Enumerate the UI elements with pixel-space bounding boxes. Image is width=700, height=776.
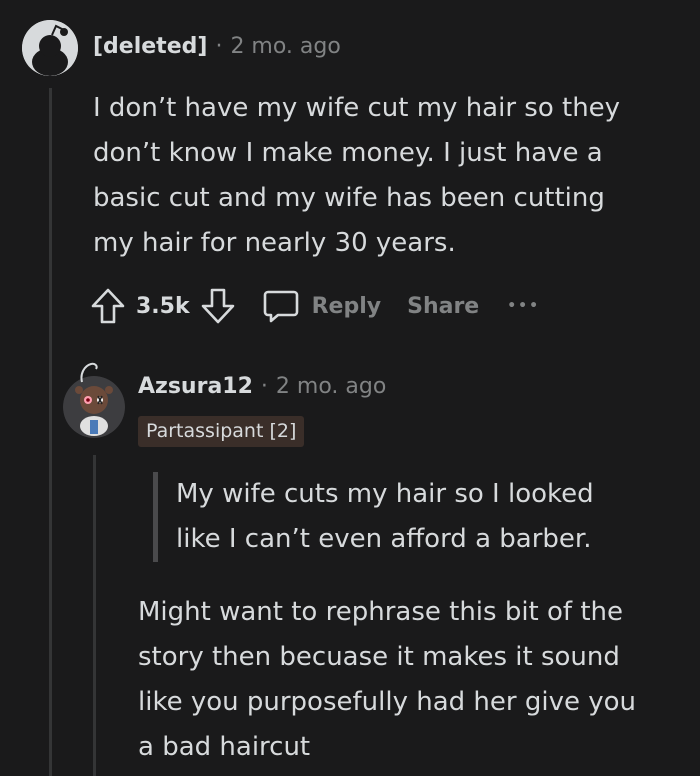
upvote-arrow-icon [91,288,125,324]
comment2-line: story then becuase it makes it sound [138,642,620,672]
comment1-meta: [deleted] · 2 mo. ago [93,34,341,59]
vote-count: 3.5k [136,293,190,319]
comment2-quote: My wife cuts my hair so I looked like I … [153,472,594,562]
comment1-line: basic cut and my wife has been cutting [93,183,605,213]
thread-line-reply[interactable] [93,455,96,776]
user-flair: Partassipant [2] [138,416,305,447]
downvote-button[interactable] [200,286,236,326]
comment1-timestamp[interactable]: 2 mo. ago [230,34,340,59]
share-button[interactable]: Share [407,294,479,319]
share-label: Share [407,293,480,319]
upvote-button[interactable] [90,286,126,326]
avatar-azsura12[interactable] [63,376,125,438]
comment2-line: a bad haircut [138,732,311,762]
comment1-line: don’t know I make money. I just have a [93,138,603,168]
more-dots-icon: ••• [507,298,541,314]
downvote-arrow-icon [201,288,234,324]
speech-bubble-icon [263,290,298,323]
comment1-line: I don’t have my wife cut my hair so they [93,93,621,123]
reply-button[interactable]: Reply [262,287,382,325]
quote-line: My wife cuts my hair so I looked [176,479,594,509]
comment2-timestamp[interactable]: 2 mo. ago [276,374,386,399]
antenna-icon [80,362,98,383]
comment2-line: Might want to rephrase this bit of the [138,597,624,627]
avatar-deleted[interactable] [22,20,78,76]
meta-separator: · [215,34,223,59]
comment2-meta: Azsura12 · 2 mo. ago [138,374,386,399]
comment2-line: like you purposefully had her give you [138,687,636,717]
thread-line-root[interactable] [49,88,52,776]
comment1-body: I don’t have my wife cut my hair so they… [93,86,673,266]
comment1-actions: 3.5k Reply Share ••• [90,286,540,326]
reply-label: Reply [311,293,382,319]
comment2-author[interactable]: Azsura12 [138,374,253,399]
meta-separator: · [260,374,268,399]
quote-line: like I can’t even afford a barber. [176,524,592,554]
comment1-line: my hair for nearly 30 years. [93,228,456,258]
comment2-body: Might want to rephrase this bit of the s… [138,590,698,770]
comment1-author[interactable]: [deleted] [93,34,207,59]
more-options-button[interactable]: ••• [507,298,540,314]
